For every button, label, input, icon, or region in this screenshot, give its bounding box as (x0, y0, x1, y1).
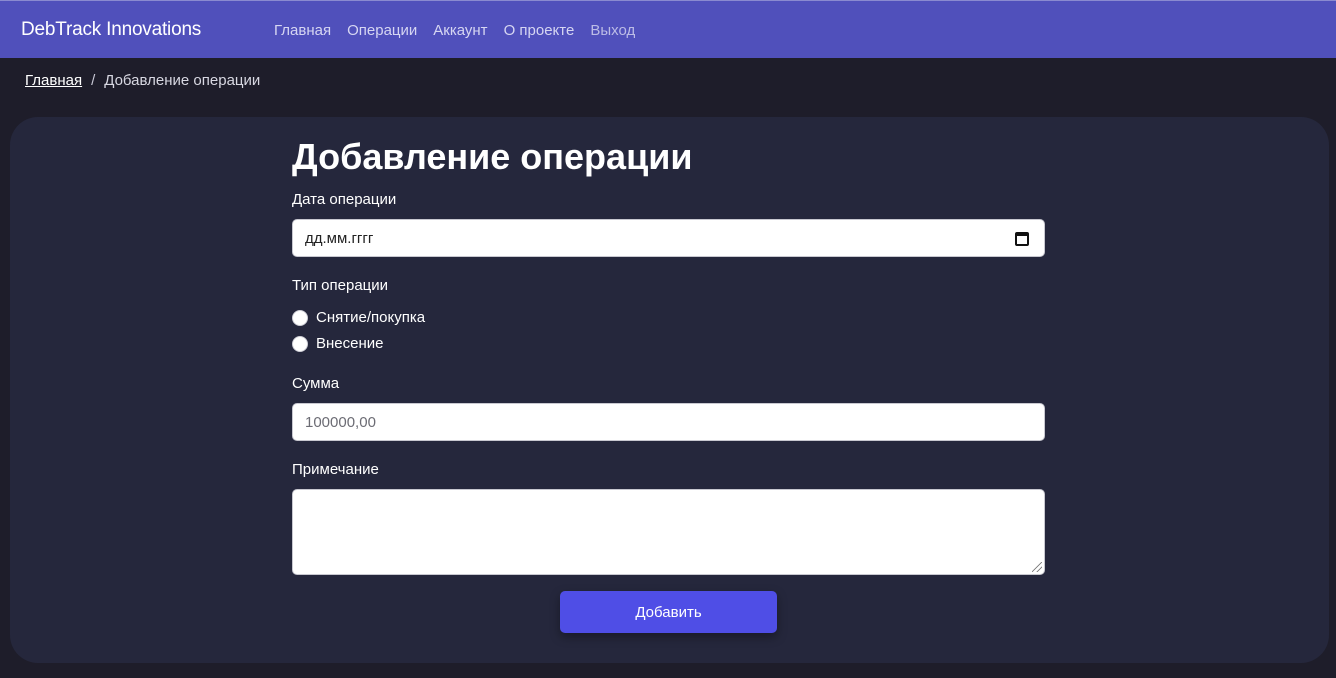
resize-grip-icon[interactable] (1032, 562, 1042, 572)
date-label: Дата операции (292, 191, 397, 208)
nav-item-about[interactable]: О проекте (504, 22, 575, 39)
note-label: Примечание (292, 461, 379, 478)
nav-item-account[interactable]: Аккаунт (433, 22, 487, 39)
nav-item-operations[interactable]: Операции (347, 22, 417, 39)
brand-name[interactable]: DebTrack Innovations (21, 19, 201, 41)
amount-label: Сумма (292, 375, 340, 392)
breadcrumb: Главная / Добавление операции (25, 72, 260, 89)
note-textarea[interactable] (292, 489, 1045, 575)
breadcrumb-separator: / (91, 72, 96, 89)
radio-withdrawal-circle[interactable] (292, 309, 308, 326)
date-input[interactable]: дд.мм.гггг (292, 219, 1045, 257)
form-card (10, 117, 1329, 663)
radio-withdrawal-label: Снятие/покупка (316, 309, 426, 326)
breadcrumb-home-link[interactable]: Главная (25, 72, 82, 89)
add-button[interactable]: Добавить (560, 591, 777, 633)
breadcrumb-current: Добавление операции (104, 72, 261, 89)
page-title: Добавление операции (292, 136, 693, 177)
operation-type-label: Тип операции (292, 277, 389, 294)
amount-input[interactable]: 100000,00 (292, 403, 1045, 441)
nav-item-logout[interactable]: Выход (590, 22, 635, 39)
nav-links: Главная Операции Аккаунт О проекте Выход (274, 22, 651, 39)
radio-withdrawal[interactable]: Снятие/покупка (292, 309, 425, 326)
amount-placeholder: 100000,00 (305, 413, 376, 431)
radio-deposit-circle[interactable] (292, 335, 308, 352)
nav-item-home[interactable]: Главная (274, 22, 331, 39)
calendar-icon[interactable] (1015, 232, 1029, 246)
top-navbar: DebTrack Innovations Главная Операции Ак… (0, 0, 1336, 58)
date-input-value: дд.мм.гггг (305, 229, 374, 247)
radio-deposit[interactable]: Внесение (292, 335, 383, 352)
radio-deposit-label: Внесение (316, 335, 384, 352)
